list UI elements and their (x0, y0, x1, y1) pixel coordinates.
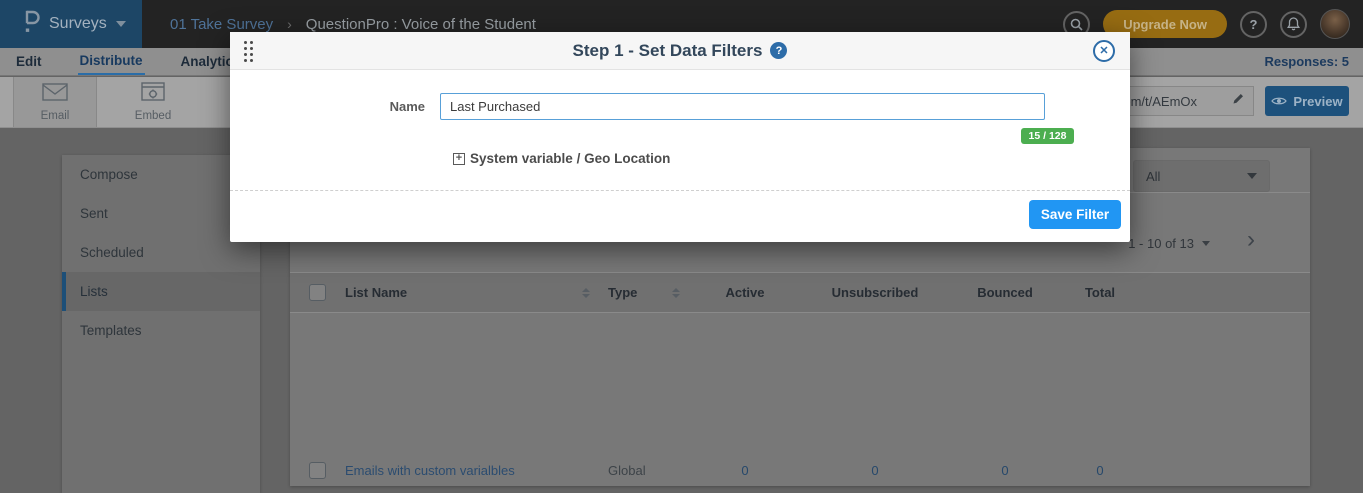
column-total: Total (1060, 285, 1140, 300)
eye-icon (1271, 94, 1287, 109)
close-icon[interactable]: ✕ (1093, 40, 1115, 62)
questionpro-logo-icon (22, 10, 40, 39)
sort-icon[interactable] (672, 288, 680, 298)
sidebar-item-templates[interactable]: Templates (62, 311, 260, 350)
surveys-menu[interactable]: Surveys (0, 0, 142, 48)
questionpro-app: Surveys 01 Take Survey › QuestionPro : V… (0, 0, 1363, 493)
column-list-name: List Name (345, 285, 407, 300)
help-icon[interactable]: ? (1240, 11, 1267, 38)
tab-edit[interactable]: Edit (14, 50, 44, 74)
table-header: List Name Type Active Unsubscribed Bounc… (290, 272, 1310, 313)
user-avatar[interactable] (1320, 9, 1350, 39)
chevron-down-icon[interactable] (1202, 241, 1210, 246)
list-name-link[interactable]: Emails with custom varialbles (345, 463, 600, 478)
modal-body: Name 15 / 128 + System variable / Geo Lo… (230, 70, 1130, 190)
column-active: Active (690, 285, 800, 300)
tab-distribute[interactable]: Distribute (78, 49, 145, 75)
pagination-range: 1 - 10 of 13 (1128, 236, 1194, 251)
filter-name-input[interactable] (440, 93, 1045, 120)
preview-button[interactable]: Preview (1265, 86, 1349, 116)
sidebar-item-lists[interactable]: Lists (62, 272, 260, 311)
breadcrumb-survey-title: QuestionPro : Voice of the Student (306, 16, 536, 33)
select-all-checkbox[interactable] (309, 284, 326, 301)
table-row: Emails with custom varialbles Global 0 0… (290, 448, 1310, 486)
responses-count[interactable]: Responses: 5 (1264, 54, 1349, 69)
column-type: Type (608, 285, 637, 300)
pagination: 1 - 10 of 13 (1128, 236, 1210, 251)
column-bounced: Bounced (950, 285, 1060, 300)
set-data-filters-modal: Step 1 - Set Data Filters ? ✕ Name 15 / … (230, 32, 1130, 242)
system-variable-toggle[interactable]: + System variable / Geo Location (453, 151, 670, 166)
modal-header: Step 1 - Set Data Filters ? ✕ (230, 32, 1130, 70)
save-filter-button[interactable]: Save Filter (1029, 200, 1121, 229)
breadcrumb-survey-link[interactable]: 01 Take Survey (170, 16, 273, 33)
next-page-icon[interactable]: › (1247, 228, 1255, 252)
plus-square-icon: + (453, 153, 465, 165)
modal-title: Step 1 - Set Data Filters ? (573, 41, 788, 61)
breadcrumb-separator: › (287, 16, 292, 32)
sort-icon[interactable] (582, 288, 590, 298)
column-unsubscribed: Unsubscribed (800, 285, 950, 300)
email-icon (42, 83, 68, 106)
product-menu-label: Surveys (49, 15, 107, 33)
chevron-down-icon (116, 21, 126, 27)
help-filled-icon[interactable]: ? (770, 42, 787, 59)
breadcrumb: 01 Take Survey › QuestionPro : Voice of … (170, 16, 536, 33)
edit-pencil-icon[interactable] (1232, 92, 1245, 110)
row-checkbox[interactable] (309, 462, 326, 479)
toolbar-item-email[interactable]: Email (13, 77, 97, 127)
toolbar-item-embed[interactable]: Embed (111, 77, 195, 127)
modal-footer: Save Filter (230, 190, 1130, 242)
name-label: Name (230, 99, 440, 114)
char-count-badge: 15 / 128 (745, 126, 1350, 144)
drag-handle-icon[interactable] (244, 41, 254, 63)
embed-icon (141, 82, 165, 106)
bell-icon[interactable] (1280, 11, 1307, 38)
